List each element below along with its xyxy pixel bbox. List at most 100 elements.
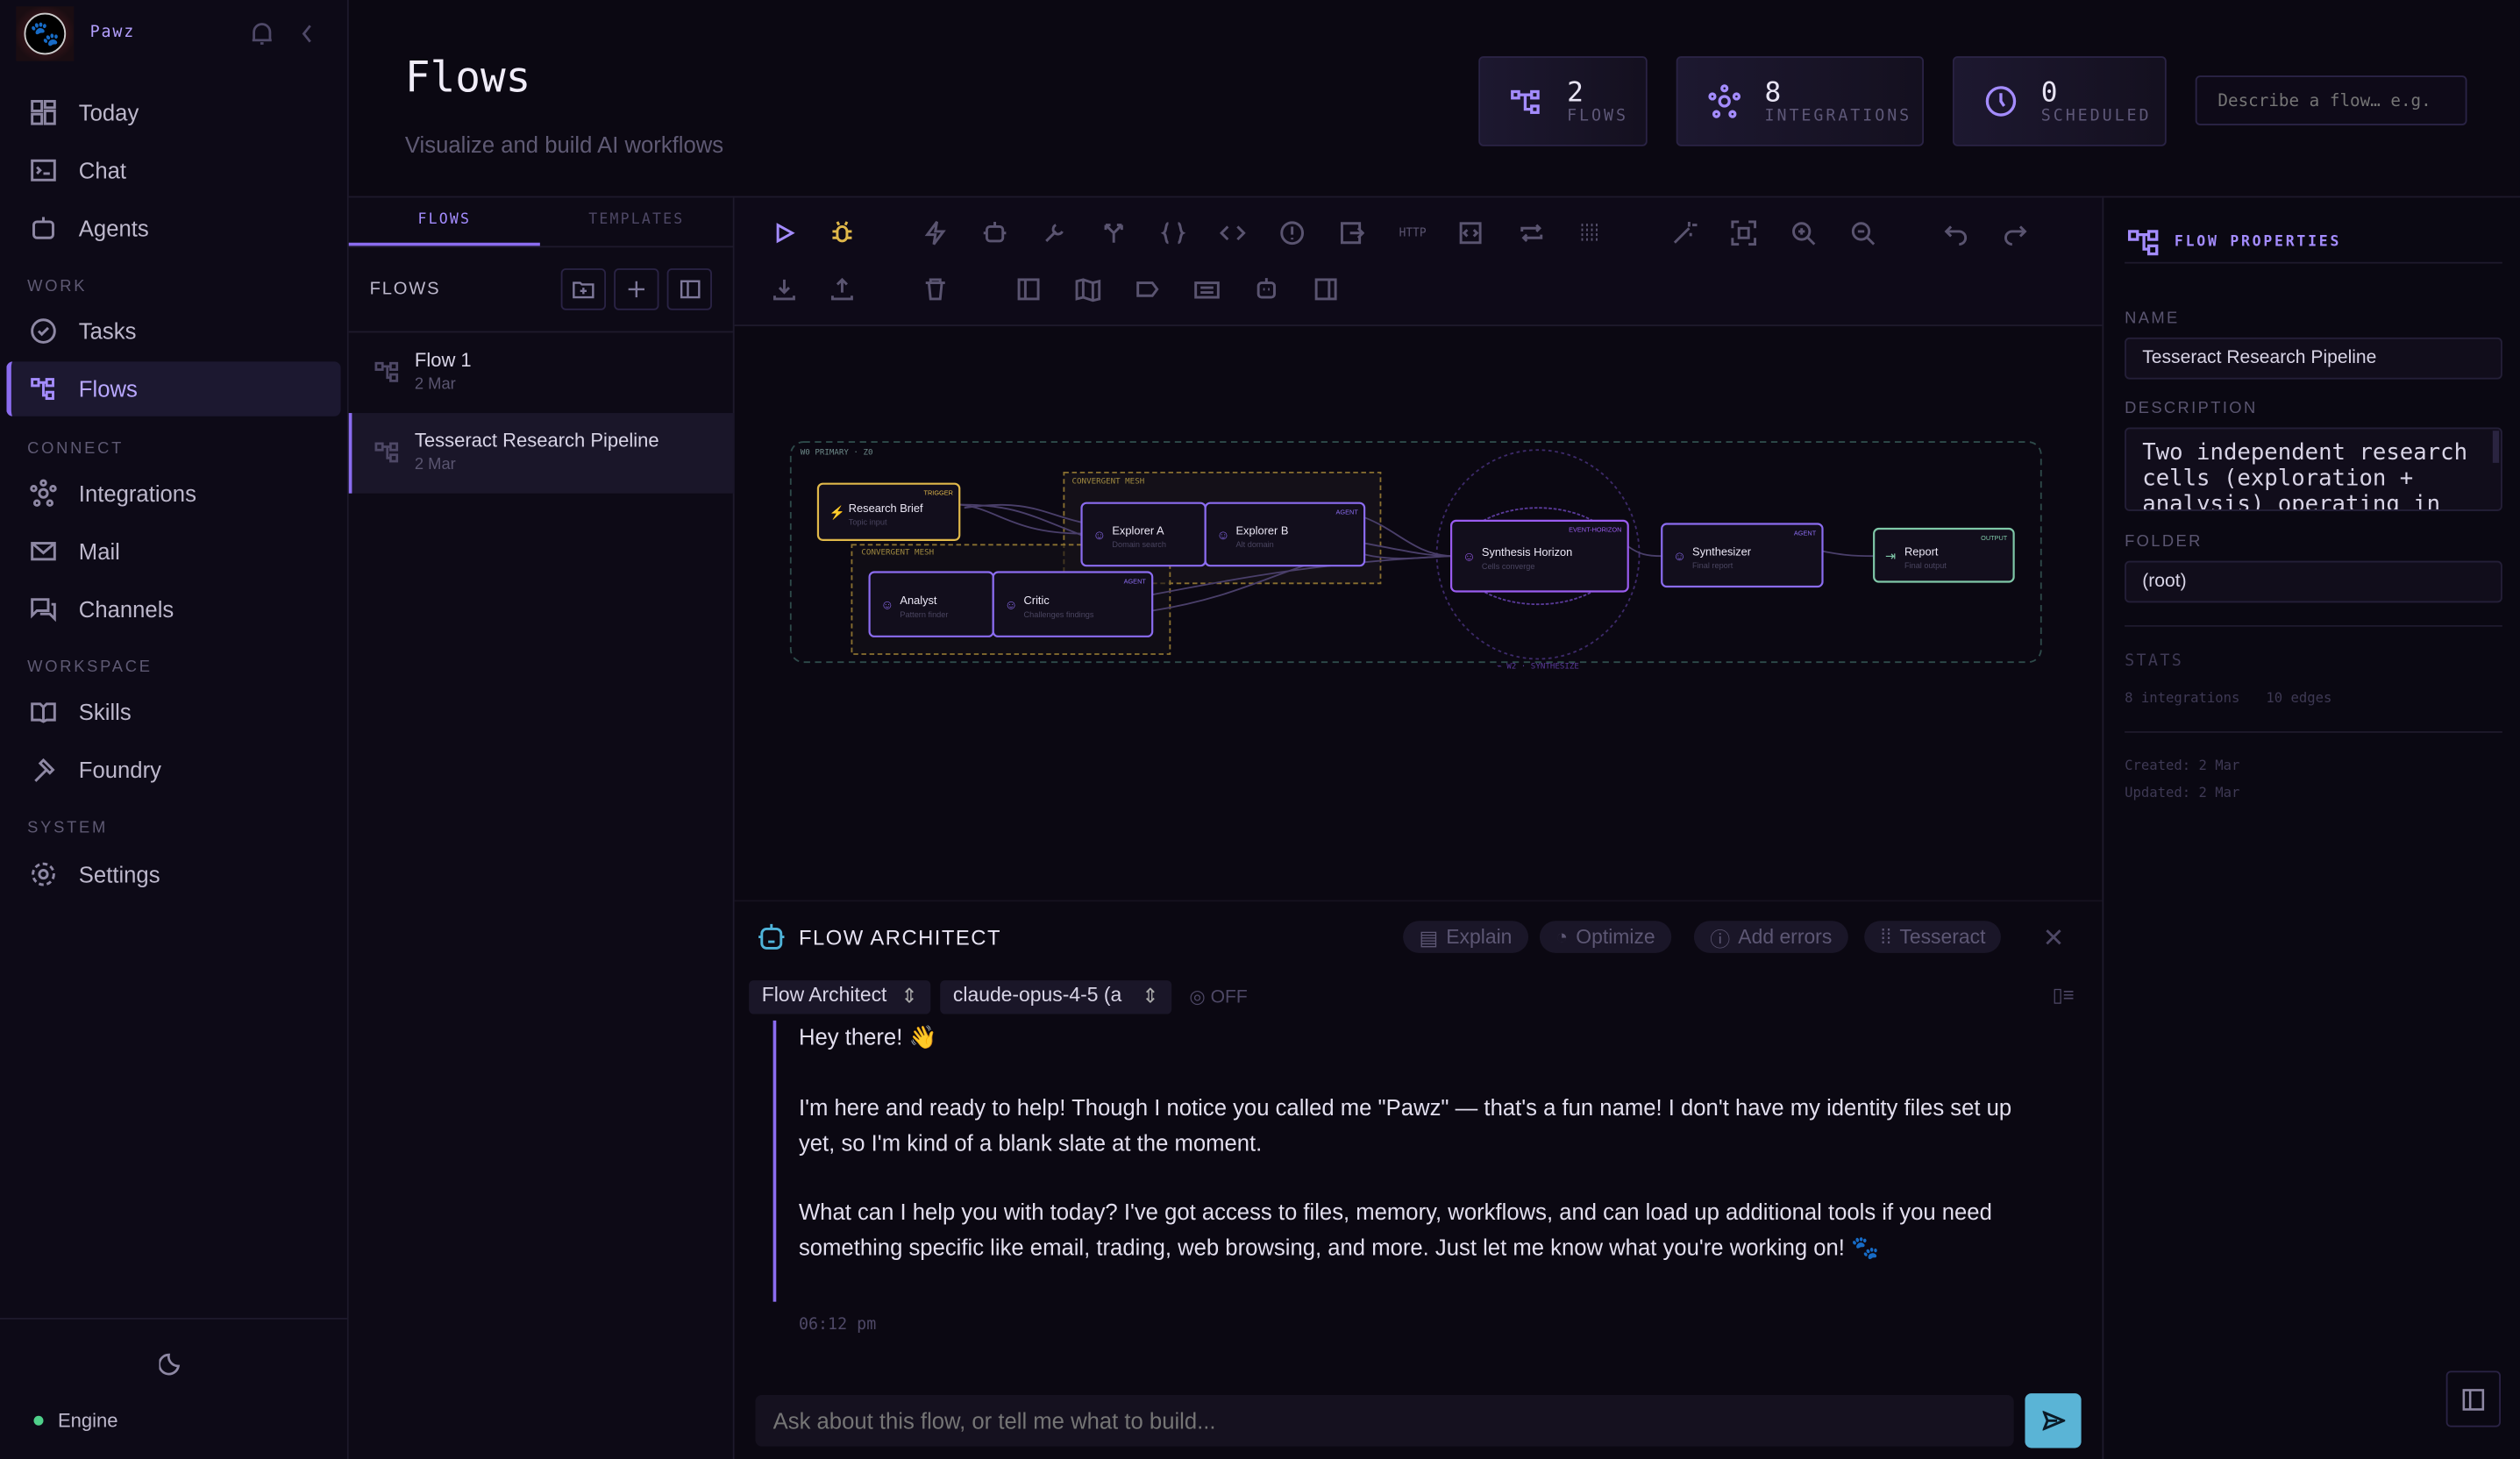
add-agent-button[interactable] [977,216,1012,251]
tesseract-button[interactable]: ⁞⁞Tesseract [1864,921,2002,953]
flow-node[interactable]: ⚡Research BriefTopic inputTRIGGER [818,484,959,540]
sidebar-item-chat[interactable]: Chat [6,143,340,197]
new-folder-button[interactable] [561,268,606,310]
check-circle-icon [29,317,58,345]
fit-view-button[interactable] [1726,216,1762,251]
map-button[interactable] [1071,272,1106,307]
node-title: Research Brief [849,502,923,515]
tab-templates[interactable]: TEMPLATES [540,197,733,246]
folder-field[interactable]: (root) [2125,561,2502,603]
collapse-sidebar-button[interactable] [299,23,315,53]
debug-button[interactable] [824,216,859,251]
node-tag: AGENT [1336,509,1359,516]
add-errors-button[interactable]: ⓘAdd errors [1694,921,1848,953]
flow-list-item-selected[interactable]: Tesseract Research Pipeline2 Mar [349,413,735,494]
map-icon [1075,276,1100,302]
label-button[interactable] [1130,272,1165,307]
flow-node[interactable]: ☺AnalystPattern finder [870,573,993,637]
sidebar-item-flows[interactable]: Flows [6,361,340,416]
add-condition-button[interactable] [1096,216,1131,251]
redo-button[interactable] [1997,216,2032,251]
add-output-button[interactable] [1334,216,1369,251]
export-button[interactable] [824,272,859,307]
add-grid-button[interactable] [1573,216,1608,251]
agent-button[interactable] [1249,272,1284,307]
grid-icon: ⁞⁞ [1880,926,1891,949]
explain-button[interactable]: ▤Explain [1403,921,1528,953]
flow-node[interactable]: ☺SynthesizerFinal reportAGENT [1662,524,1822,587]
name-field[interactable]: Tesseract Research Pipeline [2125,338,2502,380]
flow-node[interactable]: ☺Explorer ADomain search [1082,503,1206,566]
thinking-toggle[interactable]: ◎ OFF [1189,986,1247,1008]
fit-screen-icon [1731,220,1756,246]
flow-icon [1509,83,1544,118]
button-label: Explain [1446,926,1512,949]
sidebar-item-channels[interactable]: Channels [6,582,340,637]
tab-flows[interactable]: FLOWS [349,197,540,246]
mail-icon [29,537,58,566]
run-button[interactable] [766,216,801,251]
send-button[interactable] [2025,1393,2081,1448]
flow-node[interactable]: ☺CriticChallenges findingsAGENT [993,573,1152,637]
add-data-button[interactable] [1156,216,1191,251]
new-flow-button[interactable] [614,268,658,310]
optimize-button[interactable]: ◔Optimize [1540,921,1671,953]
redo-icon [2003,220,2028,246]
node-subtitle: Pattern finder [900,610,948,619]
clock-icon [1983,83,2018,118]
download-icon [772,276,797,302]
sidebar-item-skills[interactable]: Skills [6,685,340,739]
zoom-out-button[interactable] [1845,216,1880,251]
mesh-label: CONVERGENT MESH [861,547,934,557]
bell-icon[interactable] [251,21,274,54]
close-chat-button[interactable]: ✕ [2043,922,2065,955]
flow-canvas[interactable]: W0 PRIMARY · Z0 ⌁ W2 · SYNTHESIZE CONVER… [735,326,2103,900]
model-select[interactable]: claude-opus-4-5 (a⇕ [940,980,1171,1014]
toggle-panel-button[interactable] [667,268,712,310]
flow-node[interactable]: ☺Synthesis HorizonCells convergeEVENT-HO… [1451,521,1628,592]
flow-list-item[interactable]: Flow 12 Mar [349,332,735,413]
paw-icon: 🐾 [24,13,66,55]
clear-chat-icon[interactable]: ▯≡ [2053,984,2075,1007]
stats-label: STATS [2125,652,2183,670]
add-tool-button[interactable] [1036,216,1071,251]
sidebar-item-foundry[interactable]: Foundry [6,743,340,797]
sidebar-item-tasks[interactable]: Tasks [6,303,340,358]
node-title: Explorer B [1236,523,1289,537]
zoom-in-button[interactable] [1785,216,1820,251]
flow-node[interactable]: ☺Explorer BAlt domainAGENT [1206,503,1364,566]
created-date: Created: 2 Mar [2125,758,2239,774]
add-http-button[interactable]: HTTP [1392,216,1434,251]
add-code-button[interactable] [1215,216,1250,251]
delete-button[interactable] [918,272,953,307]
theme-toggle-moon-icon[interactable] [159,1350,184,1384]
sidebar-item-today[interactable]: Today [6,85,340,139]
keyboard-button[interactable] [1189,272,1224,307]
flow-date: 2 Mar [415,376,456,394]
toggle-properties-button[interactable] [2446,1370,2501,1427]
assistant-message-line: I'm here and ready to help! Though I not… [799,1090,2020,1161]
right-panel-button[interactable] [1308,272,1343,307]
import-button[interactable] [766,272,801,307]
describe-flow-input[interactable] [2196,75,2467,125]
add-mcp-button[interactable] [1453,216,1488,251]
left-panel-button[interactable] [1011,272,1046,307]
sidebar-item-agents[interactable]: Agents [6,201,340,255]
add-trigger-button[interactable] [918,216,953,251]
folder-plus-icon [573,280,595,299]
undo-button[interactable] [1938,216,1973,251]
agent-select[interactable]: Flow Architect⇕ [749,980,930,1014]
chat-input[interactable] [755,1395,2013,1447]
add-loop-button[interactable] [1514,216,1549,251]
button-label: Optimize [1576,926,1655,949]
add-error-button[interactable] [1274,216,1309,251]
description-field[interactable]: Two independent research cells (explorat… [2125,428,2502,511]
flow-node[interactable]: ⇥ReportFinal outputOUTPUT [1874,529,2013,581]
sidebar-item-label: Foundry [79,757,161,782]
description-scrollbar[interactable] [2493,431,2499,463]
sidebar-item-mail[interactable]: Mail [6,524,340,579]
sidebar-item-settings[interactable]: Settings [6,847,340,901]
magic-wand-button[interactable] [1667,216,1702,251]
sidebar-item-integrations[interactable]: Integrations [6,466,340,521]
assistant-message-line: Hey there! 👋 [799,1019,2020,1054]
